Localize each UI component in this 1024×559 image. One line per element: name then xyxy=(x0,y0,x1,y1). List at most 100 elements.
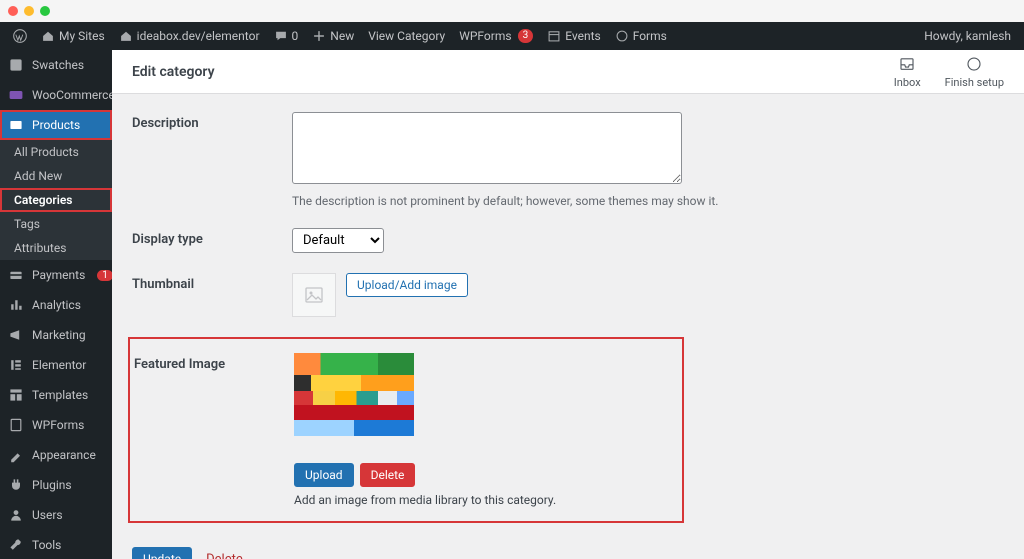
events-bar[interactable]: Events xyxy=(540,22,608,50)
events-label: Events xyxy=(565,29,601,43)
wpforms-bar[interactable]: WPForms 3 xyxy=(452,22,540,50)
sidebar-item-tools[interactable]: Tools xyxy=(0,530,112,559)
plugins-icon xyxy=(8,477,24,493)
sidebar-item-elementor[interactable]: Elementor xyxy=(0,350,112,380)
comments-count: 0 xyxy=(292,29,299,43)
sidebar-item-users[interactable]: Users xyxy=(0,500,112,530)
forms-bar[interactable]: Forms xyxy=(608,22,674,50)
site-name[interactable]: ideabox.dev/elementor xyxy=(112,22,267,50)
wp-logo[interactable] xyxy=(6,22,34,50)
sidebar-item-templates[interactable]: Templates xyxy=(0,380,112,410)
row-thumbnail: Thumbnail Upload/Add image xyxy=(132,263,1004,327)
payments-badge: 1 xyxy=(97,270,112,281)
swatches-icon xyxy=(8,57,24,73)
description-textarea[interactable] xyxy=(292,112,682,184)
home-icon xyxy=(41,29,55,43)
wp-admin-bar: My Sites ideabox.dev/elementor 0 New Vie… xyxy=(0,22,1024,50)
comment-icon xyxy=(274,29,288,43)
my-sites-label: My Sites xyxy=(59,29,105,43)
description-help: The description is not prominent by defa… xyxy=(292,194,1004,208)
woocommerce-icon xyxy=(8,87,24,103)
wpforms-badge: 3 xyxy=(518,29,534,43)
wpforms-bar-label: WPForms xyxy=(459,29,511,43)
row-featured-image: Featured Image Upload Delete Add an imag… xyxy=(132,327,1004,533)
view-category-label: View Category xyxy=(368,29,445,43)
inbox-action[interactable]: Inbox xyxy=(894,54,921,89)
thumbnail-upload-button[interactable]: Upload/Add image xyxy=(346,273,468,297)
view-category[interactable]: View Category xyxy=(361,22,452,50)
admin-sidebar: Swatches WooCommerce Products All Produc… xyxy=(0,50,112,559)
sidebar-label: WooCommerce xyxy=(32,88,112,102)
sidebar-item-swatches[interactable]: Swatches xyxy=(0,50,112,80)
sub-attributes[interactable]: Attributes xyxy=(0,236,112,260)
sidebar-item-analytics[interactable]: Analytics xyxy=(0,290,112,320)
my-sites[interactable]: My Sites xyxy=(34,22,112,50)
sidebar-label: Tools xyxy=(32,538,61,552)
marketing-icon xyxy=(8,327,24,343)
analytics-icon xyxy=(8,297,24,313)
sub-all-products[interactable]: All Products xyxy=(0,140,112,164)
featured-help: Add an image from media library to this … xyxy=(294,493,682,507)
new-label: New xyxy=(330,29,354,43)
sidebar-item-woocommerce[interactable]: WooCommerce xyxy=(0,80,112,110)
forms-label: Forms xyxy=(633,29,667,43)
elementor-icon xyxy=(8,357,24,373)
sidebar-item-products[interactable]: Products xyxy=(0,110,112,140)
submit-row: Update Delete xyxy=(132,547,1004,559)
wpforms-icon xyxy=(8,417,24,433)
comments[interactable]: 0 xyxy=(267,22,306,50)
delete-link[interactable]: Delete xyxy=(206,552,243,559)
sidebar-label: Analytics xyxy=(32,298,81,312)
sidebar-item-payments[interactable]: Payments 1 xyxy=(0,260,112,290)
products-icon xyxy=(8,117,24,133)
howdy-user[interactable]: Howdy, kamlesh xyxy=(917,22,1018,50)
display-type-select[interactable]: Default xyxy=(292,228,384,253)
wordpress-icon xyxy=(13,29,27,43)
page-title: Edit category xyxy=(132,64,215,80)
sidebar-item-appearance[interactable]: Appearance xyxy=(0,440,112,470)
home-icon xyxy=(119,29,133,43)
templates-icon xyxy=(8,387,24,403)
sub-categories[interactable]: Categories xyxy=(0,188,112,212)
thumbnail-placeholder xyxy=(292,273,336,317)
progress-ring-icon xyxy=(964,54,984,74)
sidebar-label: Appearance xyxy=(32,448,96,462)
featured-upload-button[interactable]: Upload xyxy=(294,463,354,487)
featured-image-preview xyxy=(294,353,414,453)
inbox-icon xyxy=(897,54,917,74)
sidebar-label: Plugins xyxy=(32,478,72,492)
featured-delete-button[interactable]: Delete xyxy=(360,463,416,487)
display-type-label: Display type xyxy=(132,228,292,247)
mac-titlebar xyxy=(0,0,1024,22)
description-label: Description xyxy=(132,112,292,131)
new-content[interactable]: New xyxy=(305,22,361,50)
finish-setup-action[interactable]: Finish setup xyxy=(945,54,1004,89)
plus-icon xyxy=(312,29,326,43)
row-display-type: Display type Default xyxy=(132,218,1004,263)
sub-tags[interactable]: Tags xyxy=(0,212,112,236)
mac-max-dot[interactable] xyxy=(40,6,50,16)
mac-min-dot[interactable] xyxy=(24,6,34,16)
sidebar-item-plugins[interactable]: Plugins xyxy=(0,470,112,500)
sidebar-label: Elementor xyxy=(32,358,86,372)
featured-image-label: Featured Image xyxy=(134,353,294,507)
update-button[interactable]: Update xyxy=(132,547,192,559)
thumbnail-label: Thumbnail xyxy=(132,273,292,292)
products-submenu: All Products Add New Categories Tags Att… xyxy=(0,140,112,260)
main-content: Edit category Inbox Finish setup Descrip… xyxy=(112,50,1024,559)
row-description: Description The description is not promi… xyxy=(132,102,1004,218)
mac-close-dot[interactable] xyxy=(8,6,18,16)
page-header: Edit category Inbox Finish setup xyxy=(112,50,1024,94)
sidebar-item-wpforms[interactable]: WPForms xyxy=(0,410,112,440)
finish-label: Finish setup xyxy=(945,76,1004,89)
sidebar-label: Swatches xyxy=(32,58,84,72)
edit-category-form: Description The description is not promi… xyxy=(112,94,1024,559)
howdy-label: Howdy, kamlesh xyxy=(924,29,1011,43)
inbox-label: Inbox xyxy=(894,76,921,89)
image-icon xyxy=(304,285,324,305)
site-url: ideabox.dev/elementor xyxy=(137,29,260,43)
calendar-icon xyxy=(547,29,561,43)
tools-icon xyxy=(8,537,24,553)
sub-add-new[interactable]: Add New xyxy=(0,164,112,188)
sidebar-item-marketing[interactable]: Marketing xyxy=(0,320,112,350)
